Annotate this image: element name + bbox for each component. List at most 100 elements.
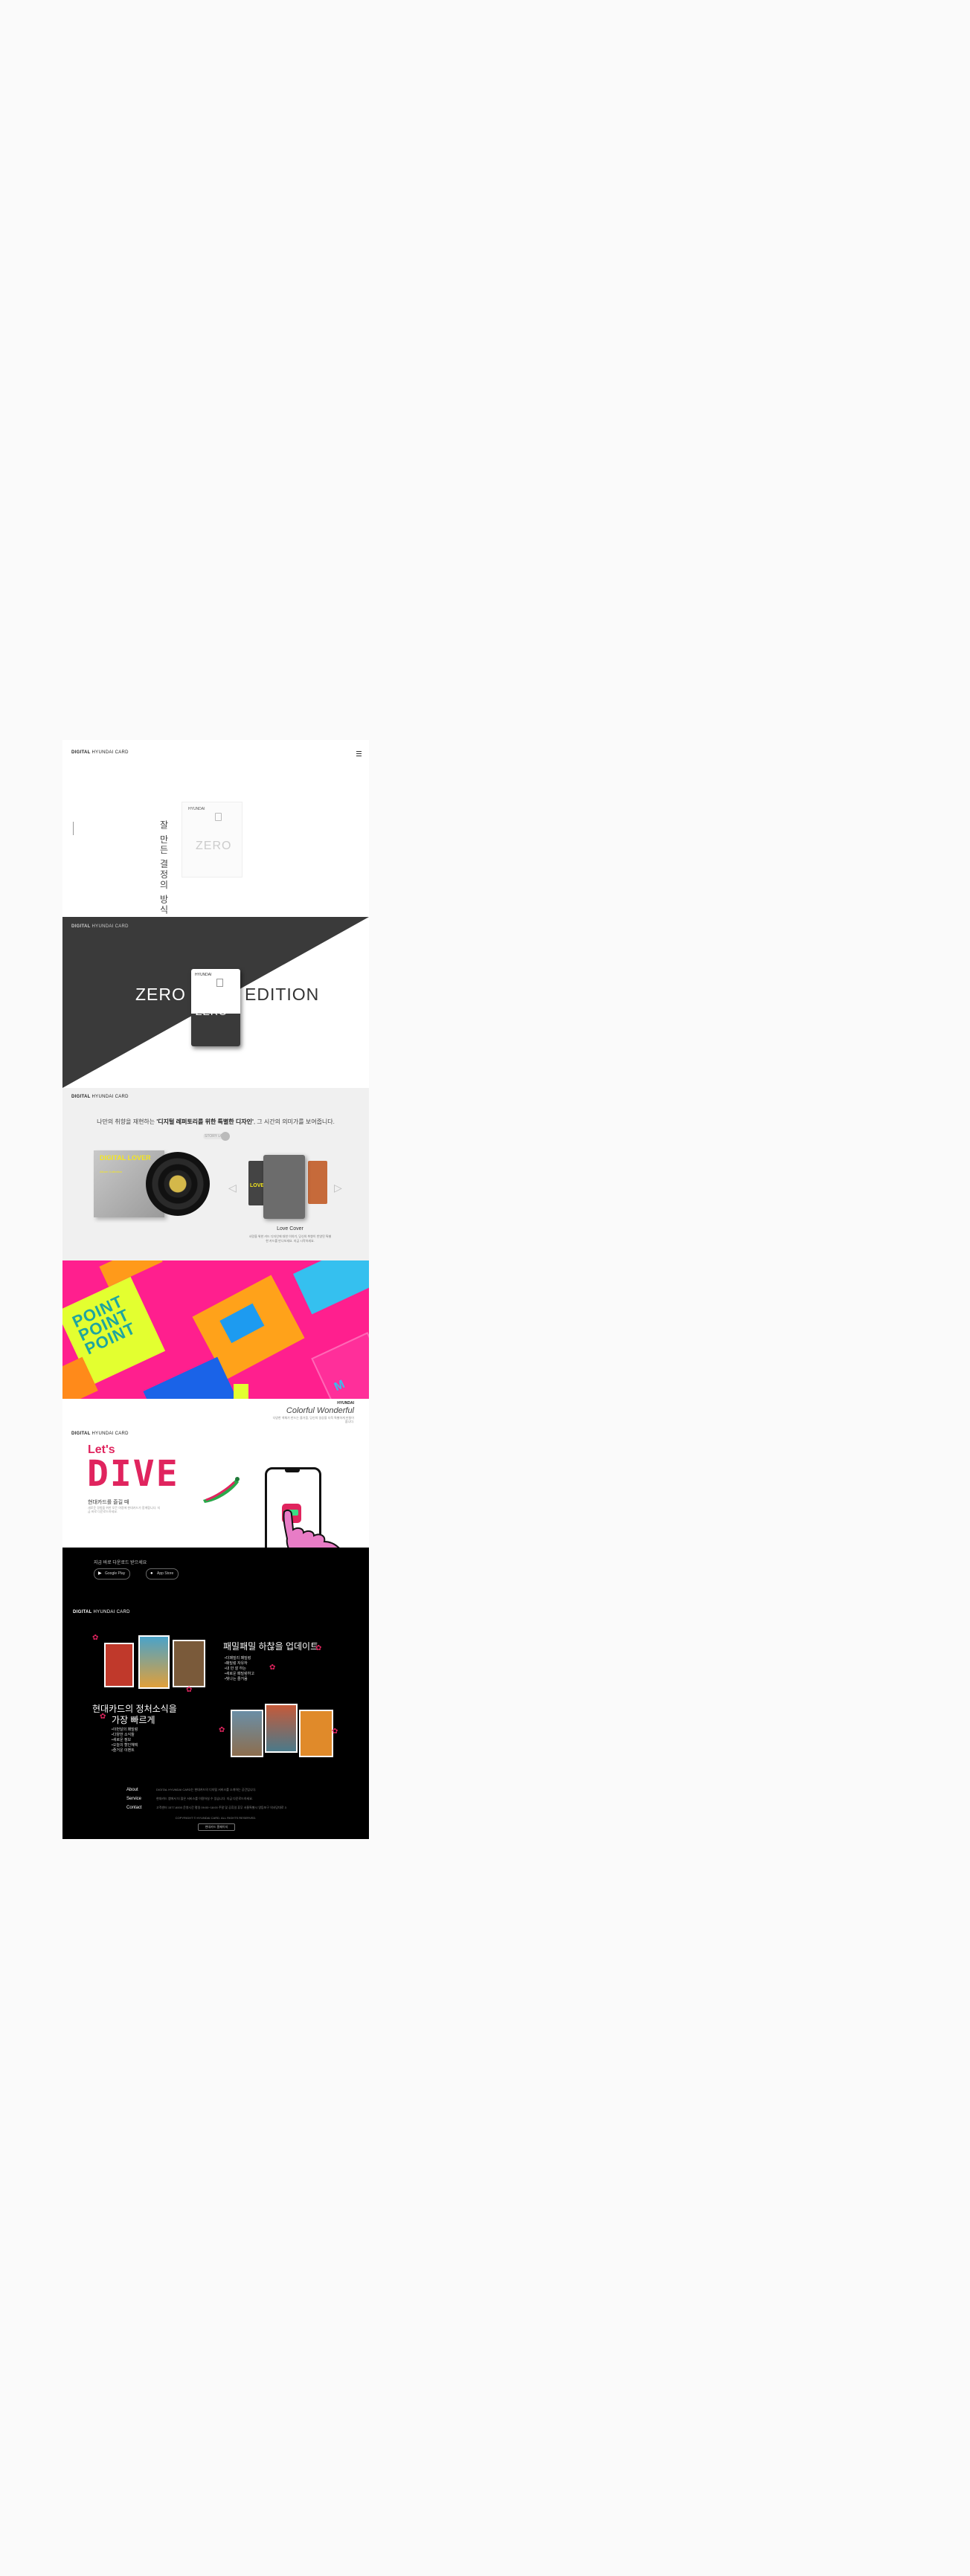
homepage-button[interactable]: 현대카드 홈페이지 — [198, 1823, 235, 1831]
footer-key: About — [126, 1788, 138, 1792]
zero-edition-section: DIGITAL HYUNDAI CARD ZERO EDITION HYUNDA… — [62, 917, 369, 1088]
update-item: •빛나는 즐거움 — [225, 1677, 248, 1681]
footer-value: 현대카드 앱에서 더 많은 서비스를 이용하실 수 있습니다. 지금 다운로드하… — [156, 1797, 253, 1800]
story-toggle[interactable]: STORY LOVE — [203, 1132, 230, 1141]
update-list: •더패밀리 패밀렁 •패밀렁 자유하 •내 만 잘 하는 •새로운 패밀렁하고 … — [225, 1656, 254, 1682]
pepper-icon — [203, 1477, 240, 1503]
card-word: ZERO — [196, 840, 232, 852]
hero-section: DIGITAL HYUNDAI CARD 잘 만든 결정의 방식 HYUNDAI… — [62, 740, 369, 917]
next-arrow-icon[interactable]: ▷ — [334, 1182, 342, 1194]
zero-card: HYUNDAI ZERO — [191, 969, 240, 1046]
footer-info: About DIGITAL HYUNDAI CARD는 현대카드의 디지털 서비스… — [126, 1786, 286, 1812]
poster-cyan — [293, 1260, 369, 1315]
logo-bold: DIGITAL — [73, 1610, 92, 1614]
hand-pointer-icon — [283, 1509, 340, 1548]
brand-logo[interactable]: DIGITAL HYUNDAI CARD — [71, 924, 129, 929]
thumb-5[interactable] — [265, 1704, 298, 1753]
caption-desc: 다양한 색채가 만드는 즐거움, 당신의 일상을 더욱 특별하게 만들어 줍니다… — [272, 1416, 354, 1423]
download-label: 지금 바로 다운로드 받으세요 — [94, 1561, 147, 1565]
sparkle-icon: ✿ — [269, 1664, 276, 1672]
poster-text: POINT POINT POINT — [69, 1291, 139, 1359]
brand-logo[interactable]: DIGITAL HYUNDAI CARD — [73, 1610, 130, 1614]
card-logo: HYUNDAI — [188, 807, 205, 811]
love-section: DIGITAL HYUNDAI CARD 나만의 취향을 재현하는 '디지털 레… — [62, 1088, 369, 1260]
brand-logo[interactable]: DIGITAL HYUNDAI CARD — [71, 1095, 129, 1099]
brand-logo[interactable]: DIGITAL HYUNDAI CARD — [71, 1432, 129, 1436]
logo-thin: HYUNDAI CARD — [93, 1610, 130, 1614]
dive-section: DIGITAL HYUNDAI CARD Let's DIVE 현대카드를 즐길… — [62, 1429, 369, 1548]
logo-bold: DIGITAL — [71, 924, 91, 929]
edition-word: EDITION — [245, 985, 320, 1004]
footer-key: Service — [126, 1797, 142, 1801]
logo-bold: DIGITAL — [71, 750, 91, 755]
sparkle-icon: ✿ — [186, 1686, 193, 1694]
poster-yellow-small — [234, 1384, 248, 1399]
zero-card-preview: HYUNDAI ZERO — [182, 802, 242, 878]
card-chip-icon — [216, 979, 223, 987]
zero-word: ZERO — [135, 985, 186, 1004]
thumb-3[interactable] — [173, 1640, 205, 1687]
toggle-knob[interactable] — [221, 1132, 230, 1141]
apple-icon: ● — [150, 1571, 153, 1576]
logo-thin: HYUNDAI CARD — [91, 750, 129, 755]
card-chip-icon — [215, 813, 222, 821]
update-item: •패밀렁 자유하 — [225, 1661, 248, 1666]
footer-value: DIGITAL HYUNDAI CARD는 현대카드의 디지털 서비스를 소개하… — [156, 1788, 257, 1791]
colorful-posters: POINT POINT POINT M — [62, 1260, 369, 1399]
card-name: Love Cover — [277, 1226, 303, 1231]
logo-thin: HYUNDAI CARD — [91, 1432, 129, 1436]
album-sub: Album Collection — [100, 1170, 123, 1173]
app-store-button[interactable]: ● App Store — [146, 1568, 179, 1580]
headline-post: , 그 시간의 의미가를 보여줍니다. — [253, 1118, 335, 1125]
fast-item: •이번달의 패밀렁 — [112, 1727, 138, 1732]
app-section: 지금 바로 다운로드 받으세요 ▶ Google Play ● App Store … — [62, 1548, 369, 1839]
google-play-button[interactable]: ▶ Google Play — [94, 1568, 131, 1580]
sparkle-icon: ✿ — [315, 1644, 322, 1652]
card-logo: HYUNDAI — [195, 973, 212, 977]
fast-item: •오늘의 할인혜택 — [112, 1743, 138, 1748]
news-thumbnails — [231, 1704, 335, 1757]
sparkle-icon: ✿ — [92, 1634, 99, 1642]
footer-row: Contact 고객센터 1577-6000 운영시간 평일 09:00~18:0… — [126, 1803, 286, 1812]
card-right[interactable] — [308, 1161, 327, 1204]
fast-item: •즐거운 이벤트 — [112, 1748, 135, 1753]
update-title: 패밀패밀 하찮을 업데이트 — [223, 1641, 319, 1652]
sparkle-icon: ✿ — [219, 1726, 225, 1734]
thumb-1[interactable] — [104, 1643, 134, 1687]
headline-pre: 나만의 취향을 재현하는 — [97, 1118, 157, 1125]
dive-desc: 새로운 경험을 위한 모든 여정에 현대카드가 함께합니다. 지금 바로 다운로… — [88, 1506, 161, 1513]
logo-bold: DIGITAL — [71, 1095, 91, 1099]
footer-row: Service 현대카드 앱에서 더 많은 서비스를 이용하실 수 있습니다. 지… — [126, 1794, 286, 1803]
dive-text: DIVE — [87, 1453, 179, 1495]
card-love-label: LOVE — [250, 1183, 265, 1188]
update-item: •새로운 패밀렁하고 — [225, 1672, 254, 1676]
brand-logo[interactable]: DIGITAL HYUNDAI CARD — [71, 750, 129, 755]
google-label: Google Play — [105, 1571, 126, 1576]
caption-title: Colorful Wonderful — [286, 1406, 354, 1415]
footer-row: About DIGITAL HYUNDAI CARD는 현대카드의 디지털 서비스… — [126, 1786, 286, 1794]
card-description: 사랑을 위한 카드 디자인에 대한 이야기, 당신의 취향이 반영된 특별한 카… — [248, 1234, 332, 1243]
thumb-6[interactable] — [299, 1710, 333, 1757]
apple-label: App Store — [157, 1571, 174, 1576]
logo-thin: HYUNDAI CARD — [91, 924, 129, 929]
card-carousel: LOVE — [248, 1155, 330, 1219]
logo-bold: DIGITAL — [71, 1432, 91, 1436]
headline-bold: '디지털 레퍼토리를 위한 특별한 디자인' — [156, 1118, 254, 1125]
thumb-2[interactable] — [138, 1635, 170, 1689]
sparkle-icon: ✿ — [100, 1713, 106, 1721]
footer-key: Contact — [126, 1806, 142, 1810]
page: DIGITAL HYUNDAI CARD 잘 만든 결정의 방식 HYUNDAI… — [62, 740, 369, 1839]
fast-item: •다양한 소식들 — [112, 1733, 135, 1737]
love-headline: 나만의 취향을 재현하는 '디지털 레퍼토리를 위한 특별한 디자인', 그 시… — [62, 1118, 369, 1126]
card-center[interactable] — [263, 1155, 305, 1219]
vertical-headline: 잘 만든 결정의 방식 — [158, 820, 169, 916]
footer-value: 고객센터 1577-6000 운영시간 평일 09:00~18:00 주말 및 … — [156, 1806, 286, 1809]
caption-logo: HYUNDAI — [337, 1401, 354, 1405]
colorful-caption: HYUNDAI Colorful Wonderful 다양한 색채가 만드는 즐… — [62, 1399, 369, 1429]
thumb-4[interactable] — [231, 1710, 263, 1757]
sparkle-icon: ✿ — [332, 1727, 338, 1736]
vinyl-record — [146, 1152, 210, 1216]
prev-arrow-icon[interactable]: ◁ — [228, 1182, 237, 1194]
menu-icon[interactable] — [356, 751, 362, 756]
update-thumbnails — [104, 1635, 208, 1692]
